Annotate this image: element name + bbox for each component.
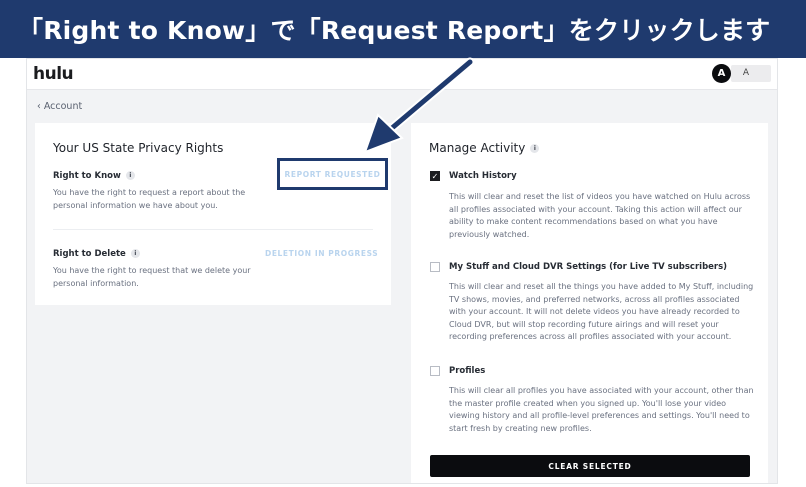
desc-line: This will clear and reset all the things… [449, 282, 754, 291]
divider [53, 229, 373, 230]
right-to-know-text: Right to Know [53, 171, 121, 181]
right-to-delete-text: Right to Delete [53, 249, 126, 259]
desc-line: start fresh by creating new profiles. [449, 423, 592, 433]
profiles-desc: This will clear all profiles you have as… [449, 385, 754, 435]
my-stuff-label: My Stuff and Cloud DVR Settings (for Liv… [449, 262, 728, 272]
desc-line: TV shows, movies, and preferred networks… [449, 294, 740, 304]
privacy-title: Your US State Privacy Rights [53, 141, 224, 155]
privacy-rights-card: Your US State Privacy Rights Right to Kn… [35, 123, 391, 305]
manage-activity-title: Manage Activity i [429, 141, 540, 155]
my-stuff-checkbox[interactable] [430, 262, 440, 272]
deletion-in-progress-link[interactable]: DELETION IN PROGRESS [265, 249, 378, 258]
instruction-text: 「Right to Know」で「Request Report」をクリックします [18, 16, 771, 45]
info-icon[interactable]: i [125, 171, 135, 180]
desc-line: This will clear and reset the list of vi… [449, 192, 751, 201]
right-to-know-label: Right to Know i [53, 171, 135, 181]
info-icon[interactable]: i [530, 144, 540, 153]
instruction-banner: 「Right to Know」で「Request Report」をクリックします [0, 0, 806, 58]
checkmark-icon: ✓ [431, 171, 439, 181]
right-to-delete-desc: You have the right to request that we de… [53, 265, 251, 290]
report-requested-link[interactable]: REPORT REQUESTED [285, 170, 381, 179]
right-to-know-desc: You have the right to request a report a… [53, 187, 245, 212]
hulu-logo[interactable]: hulu [33, 64, 74, 84]
top-header: hulu A A [27, 59, 777, 90]
chevron-left-icon: ‹ [37, 101, 41, 112]
watch-history-checkbox[interactable]: ✓ [430, 171, 440, 181]
desc-line: all profiles associated with your accoun… [449, 204, 742, 214]
desc-line: You have the right to request a report a… [53, 188, 246, 197]
desc-line: the master profile created when you sign… [449, 398, 727, 408]
avatar[interactable]: A [712, 64, 731, 83]
redacted-username [731, 65, 771, 82]
hulu-account-page: hulu A A ‹ Account Your US State Privacy… [26, 58, 778, 484]
right-to-delete-label: Right to Delete i [53, 249, 140, 259]
desc-line: recording preferences across all profile… [449, 332, 732, 341]
breadcrumb-label: Account [43, 101, 83, 112]
desc-line: You have the right to request that we de… [53, 266, 251, 275]
breadcrumb-back-link[interactable]: ‹ Account [37, 101, 82, 112]
desc-line: Cloud DVR, but will stop recording futur… [449, 319, 719, 329]
avatar-name: A [742, 68, 749, 78]
manage-activity-text: Manage Activity [429, 141, 526, 155]
desc-line: with your account. It will not delete vi… [449, 307, 740, 316]
profiles-checkbox[interactable] [430, 366, 440, 376]
desc-line: This will clear all profiles you have as… [449, 386, 754, 395]
desc-line: viewing history and all profile-level pr… [449, 411, 750, 420]
clear-selected-button[interactable]: CLEAR SELECTED [430, 455, 750, 477]
info-icon[interactable]: i [130, 249, 140, 258]
report-requested-highlight: REPORT REQUESTED [277, 158, 388, 190]
desc-line: previously watched. [449, 229, 530, 239]
my-stuff-desc: This will clear and reset all the things… [449, 281, 753, 344]
desc-line: ability to make content recommendations … [449, 217, 718, 226]
desc-line: personal information. [53, 278, 139, 288]
desc-line: personal information we have about you. [53, 200, 218, 210]
profiles-label: Profiles [449, 366, 486, 376]
watch-history-label: Watch History [449, 171, 517, 181]
watch-history-desc: This will clear and reset the list of vi… [449, 191, 750, 241]
manage-activity-card: Manage Activity i ✓ Watch History This wi… [411, 123, 768, 483]
